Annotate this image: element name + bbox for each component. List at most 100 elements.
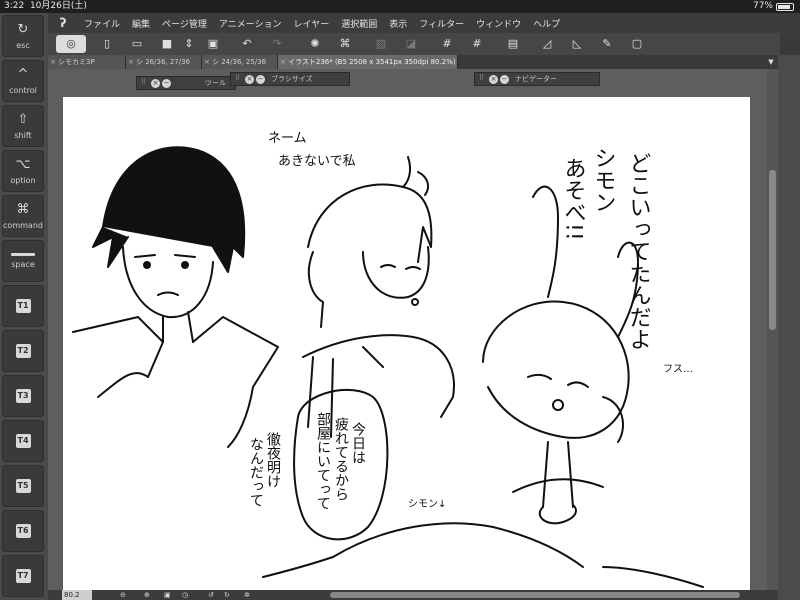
menu-window[interactable]: ウィンドウ [470,17,527,30]
close-icon[interactable]: × [50,55,56,69]
transform-icon[interactable]: ⌘ [336,35,354,53]
close-icon[interactable]: × [280,55,286,69]
grid-icon[interactable]: # [438,35,456,53]
svg-text:シモン↓: シモン↓ [408,499,446,510]
palette-title: ブラシサイズ [271,75,313,83]
open-file-icon[interactable]: ▭ [128,35,146,53]
tool-palette-header[interactable]: ⠿ × − ツール [136,76,236,90]
esc-key[interactable]: ↻ esc [2,15,44,57]
vertical-scroll-thumb[interactable] [769,170,776,330]
tab-document-active[interactable]: × イラスト236* (B5 2508 x 3541px 350dpi 80.2%… [278,55,458,69]
menu-bar: ʔ ファイル 編集 ページ管理 アニメーション レイヤー 選択範囲 表示 フィル… [48,13,800,33]
shift-key[interactable]: ⇧ shift [2,105,44,147]
fit-screen-icon[interactable]: ▢ [628,35,646,53]
svg-text:シモン: シモン [591,147,616,213]
menu-file[interactable]: ファイル [78,17,126,30]
menu-filter[interactable]: フィルター [413,17,470,30]
tab-list-chevron-down-icon[interactable]: ▼ [764,55,778,69]
grip-icon: ⠿ [235,74,241,82]
app-window: 3:22 10月26日(土) 77% ↻ esc ^ control ⇧ shift … [0,0,800,600]
t3-key[interactable]: T3 [2,375,44,417]
tab-document-2[interactable]: × シ 26/36, 27/36 [126,55,202,69]
reset-rotation-icon[interactable]: ✲ [244,590,250,600]
right-dock-panel [778,55,800,600]
close-icon[interactable]: × [128,55,134,69]
command-key[interactable]: ⌘ command [2,195,44,237]
navigator-palette-header[interactable]: ⠿ × − ナビゲーター [474,72,600,86]
artwork-illustration: ネーム あきないで私 どこいってたんだよ シモン あそべ!! 今日は 疲れてるか… [72,131,704,588]
brush-size-palette-header[interactable]: ⠿ × − ブラシサイズ [230,72,350,86]
minimize-icon[interactable]: − [500,75,509,84]
close-icon[interactable]: × [245,75,254,84]
rotate-right-icon[interactable]: ↻ [224,590,230,600]
grip-icon: ⠿ [141,78,147,86]
svg-text:あきないで私: あきないで私 [278,154,356,169]
control-key[interactable]: ^ control [2,60,44,102]
ruler-icon[interactable]: ◿ [538,35,556,53]
grid-alt-icon[interactable]: # [468,35,486,53]
svg-text:ネーム: ネーム [268,131,307,146]
zoom-level[interactable]: 80.2 [62,590,92,600]
camera-icon[interactable]: ▤ [504,35,522,53]
menu-edit[interactable]: 編集 [126,17,156,30]
clear-icon[interactable]: ▨ [372,35,390,53]
tab-document-1[interactable]: × シモカミ3P [48,55,126,69]
svg-text:今日は: 今日は [350,422,366,464]
t1-key[interactable]: T1 [2,285,44,327]
undo-icon[interactable]: ↶ [238,35,256,53]
export-icon[interactable]: ▣ [204,35,222,53]
space-bar-icon [11,253,35,256]
menu-help[interactable]: ヘルプ [527,17,566,30]
status-time: 3:22 [4,1,25,11]
command-bar: ◎ ▯ ▭ ■ ⇕ ▣ ↶ ↷ ✺ ⌘ ▨ ◪ # # ▤ ◿ ◺ ✎ ▢ [48,33,780,55]
app-logo-icon[interactable]: ʔ [48,16,78,30]
horizontal-scroll-thumb[interactable] [330,592,740,598]
save-icon[interactable]: ■ [158,35,176,53]
document-tabs: × シモカミ3P × シ 26/36, 27/36 × シ 24/36, 25/36 … [48,55,778,69]
close-icon[interactable]: × [489,75,498,84]
menu-selection[interactable]: 選択範囲 [335,17,383,30]
drawing-canvas[interactable]: ネーム あきないで私 どこいってたんだよ シモン あそべ!! 今日は 疲れてるか… [63,97,750,590]
svg-text:フス…: フス… [663,364,693,375]
rotation-icon[interactable]: ◷ [182,590,188,600]
sort-icon[interactable]: ⇕ [180,35,198,53]
menu-view[interactable]: 表示 [383,17,413,30]
space-key[interactable]: space [2,240,44,282]
menu-animation[interactable]: アニメーション [213,17,288,30]
fill-icon[interactable]: ◪ [402,35,420,53]
t4-key[interactable]: T4 [2,420,44,462]
svg-text:徹夜明け: 徹夜明け [265,432,281,488]
option-key[interactable]: ⌥ option [2,150,44,192]
caret-icon: ^ [17,67,29,82]
clip-studio-icon[interactable]: ◎ [56,35,86,53]
zoom-in-icon[interactable]: ⊕ [144,590,150,600]
palette-title: ツール [205,79,226,87]
tab-document-3[interactable]: × シ 24/36, 25/36 [202,55,278,69]
option-icon: ⌥ [15,157,31,172]
menu-layer[interactable]: レイヤー [288,17,336,30]
palette-title: ナビゲーター [515,75,557,83]
t2-key[interactable]: T2 [2,330,44,372]
toolbar-end [780,33,800,55]
close-icon[interactable]: × [204,55,210,69]
close-icon[interactable]: × [151,79,160,88]
new-file-icon[interactable]: ▯ [98,35,116,53]
rotate-left-icon[interactable]: ↺ [208,590,214,600]
svg-text:部屋にいてって: 部屋にいてって [315,412,331,510]
t7-key[interactable]: T7 [2,555,44,597]
loading-icon[interactable]: ✺ [306,35,324,53]
t5-key[interactable]: T5 [2,465,44,507]
minimize-icon[interactable]: − [162,79,171,88]
redo-icon[interactable]: ↷ [268,35,286,53]
menu-page[interactable]: ページ管理 [156,17,213,30]
pen-icon[interactable]: ✎ [598,35,616,53]
minimize-icon[interactable]: − [256,75,265,84]
shift-icon: ⇧ [17,112,29,127]
ruler-alt-icon[interactable]: ◺ [568,35,586,53]
ios-status-bar: 3:22 10月26日(土) 77% [0,0,800,13]
status-date: 10月26日(土) [29,1,87,11]
zoom-out-icon[interactable]: ⊖ [120,590,126,600]
fit-icon[interactable]: ▣ [164,590,171,600]
edge-keyboard-panel: ↻ esc ^ control ⇧ shift ⌥ option ⌘ command sp… [0,13,48,600]
t6-key[interactable]: T6 [2,510,44,552]
